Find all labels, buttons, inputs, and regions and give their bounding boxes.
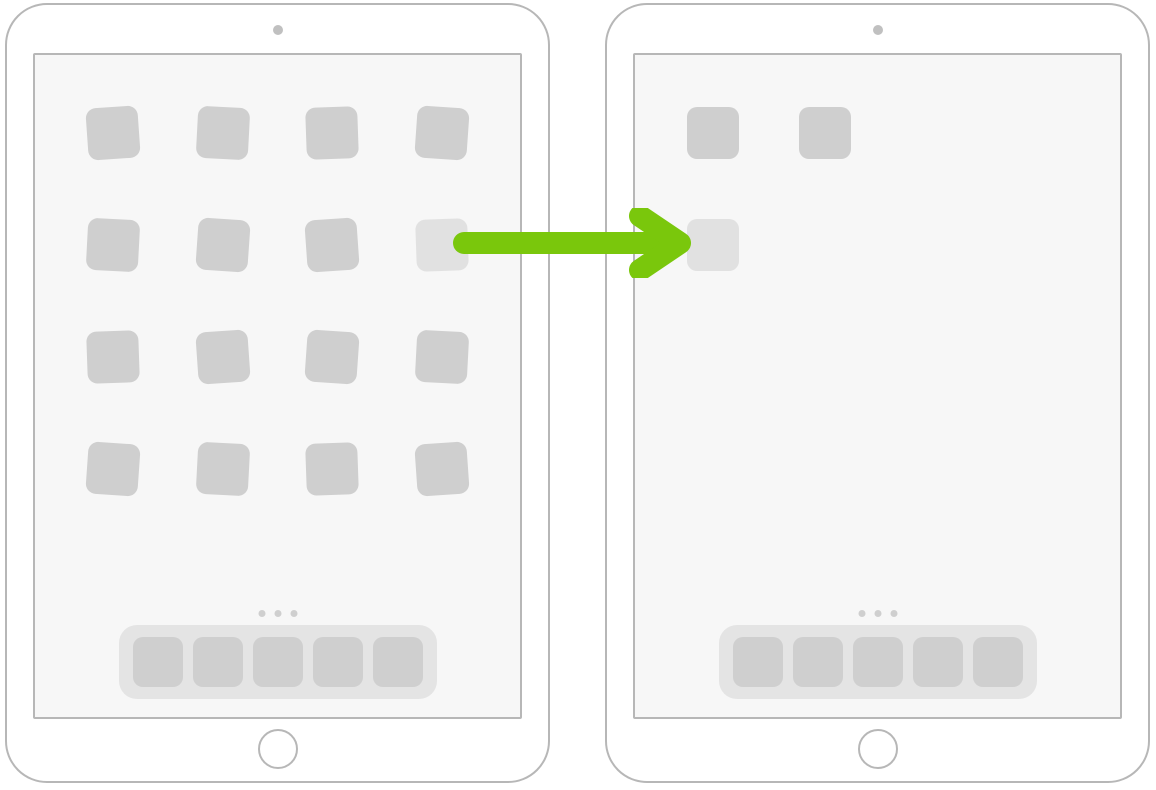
app-icon[interactable] bbox=[86, 218, 141, 273]
app-icon[interactable] bbox=[415, 330, 470, 385]
home-button[interactable] bbox=[258, 729, 298, 769]
app-icon[interactable] bbox=[305, 217, 361, 273]
app-icon[interactable] bbox=[305, 329, 361, 385]
dock-app-icon[interactable] bbox=[373, 637, 423, 687]
app-icon-dragging[interactable] bbox=[415, 218, 469, 272]
app-icon[interactable] bbox=[687, 107, 739, 159]
dock-app-icon[interactable] bbox=[913, 637, 963, 687]
page-dot bbox=[874, 610, 881, 617]
dock-right bbox=[719, 625, 1037, 699]
app-grid-right bbox=[687, 107, 1068, 331]
page-dot bbox=[890, 610, 897, 617]
page-indicator-right[interactable] bbox=[858, 610, 897, 617]
app-grid-left bbox=[87, 107, 468, 555]
home-button[interactable] bbox=[858, 729, 898, 769]
dock-app-icon[interactable] bbox=[253, 637, 303, 687]
app-icon[interactable] bbox=[305, 442, 359, 496]
front-camera bbox=[273, 25, 283, 35]
ipad-device-left bbox=[5, 3, 550, 783]
app-icon[interactable] bbox=[195, 329, 251, 385]
app-row bbox=[87, 443, 468, 495]
page-dot bbox=[290, 610, 297, 617]
app-icon[interactable] bbox=[799, 107, 851, 159]
dock-app-icon[interactable] bbox=[853, 637, 903, 687]
dock-app-icon[interactable] bbox=[733, 637, 783, 687]
app-icon-dropped[interactable] bbox=[687, 219, 739, 271]
dock-app-icon[interactable] bbox=[973, 637, 1023, 687]
app-row bbox=[687, 219, 1068, 271]
ipad-screen-right bbox=[633, 53, 1122, 719]
app-row bbox=[87, 107, 468, 159]
dock-app-icon[interactable] bbox=[193, 637, 243, 687]
dock-left bbox=[119, 625, 437, 699]
front-camera bbox=[873, 25, 883, 35]
app-icon[interactable] bbox=[86, 330, 140, 384]
ipad-screen-left bbox=[33, 53, 522, 719]
app-icon[interactable] bbox=[195, 217, 251, 273]
app-icon[interactable] bbox=[85, 105, 141, 161]
app-icon[interactable] bbox=[85, 441, 141, 497]
app-icon[interactable] bbox=[414, 105, 470, 161]
page-dot bbox=[258, 610, 265, 617]
page-dot bbox=[858, 610, 865, 617]
dock-app-icon[interactable] bbox=[793, 637, 843, 687]
dock-app-icon[interactable] bbox=[133, 637, 183, 687]
app-icon[interactable] bbox=[414, 441, 470, 497]
app-row bbox=[87, 219, 468, 271]
page-indicator-left[interactable] bbox=[258, 610, 297, 617]
dock-app-icon[interactable] bbox=[313, 637, 363, 687]
app-row bbox=[687, 107, 1068, 159]
app-icon[interactable] bbox=[195, 106, 250, 161]
ipad-device-right bbox=[605, 3, 1150, 783]
page-dot bbox=[274, 610, 281, 617]
diagram-stage bbox=[0, 0, 1156, 790]
app-icon[interactable] bbox=[305, 106, 359, 160]
app-row bbox=[87, 331, 468, 383]
app-icon[interactable] bbox=[195, 442, 250, 497]
